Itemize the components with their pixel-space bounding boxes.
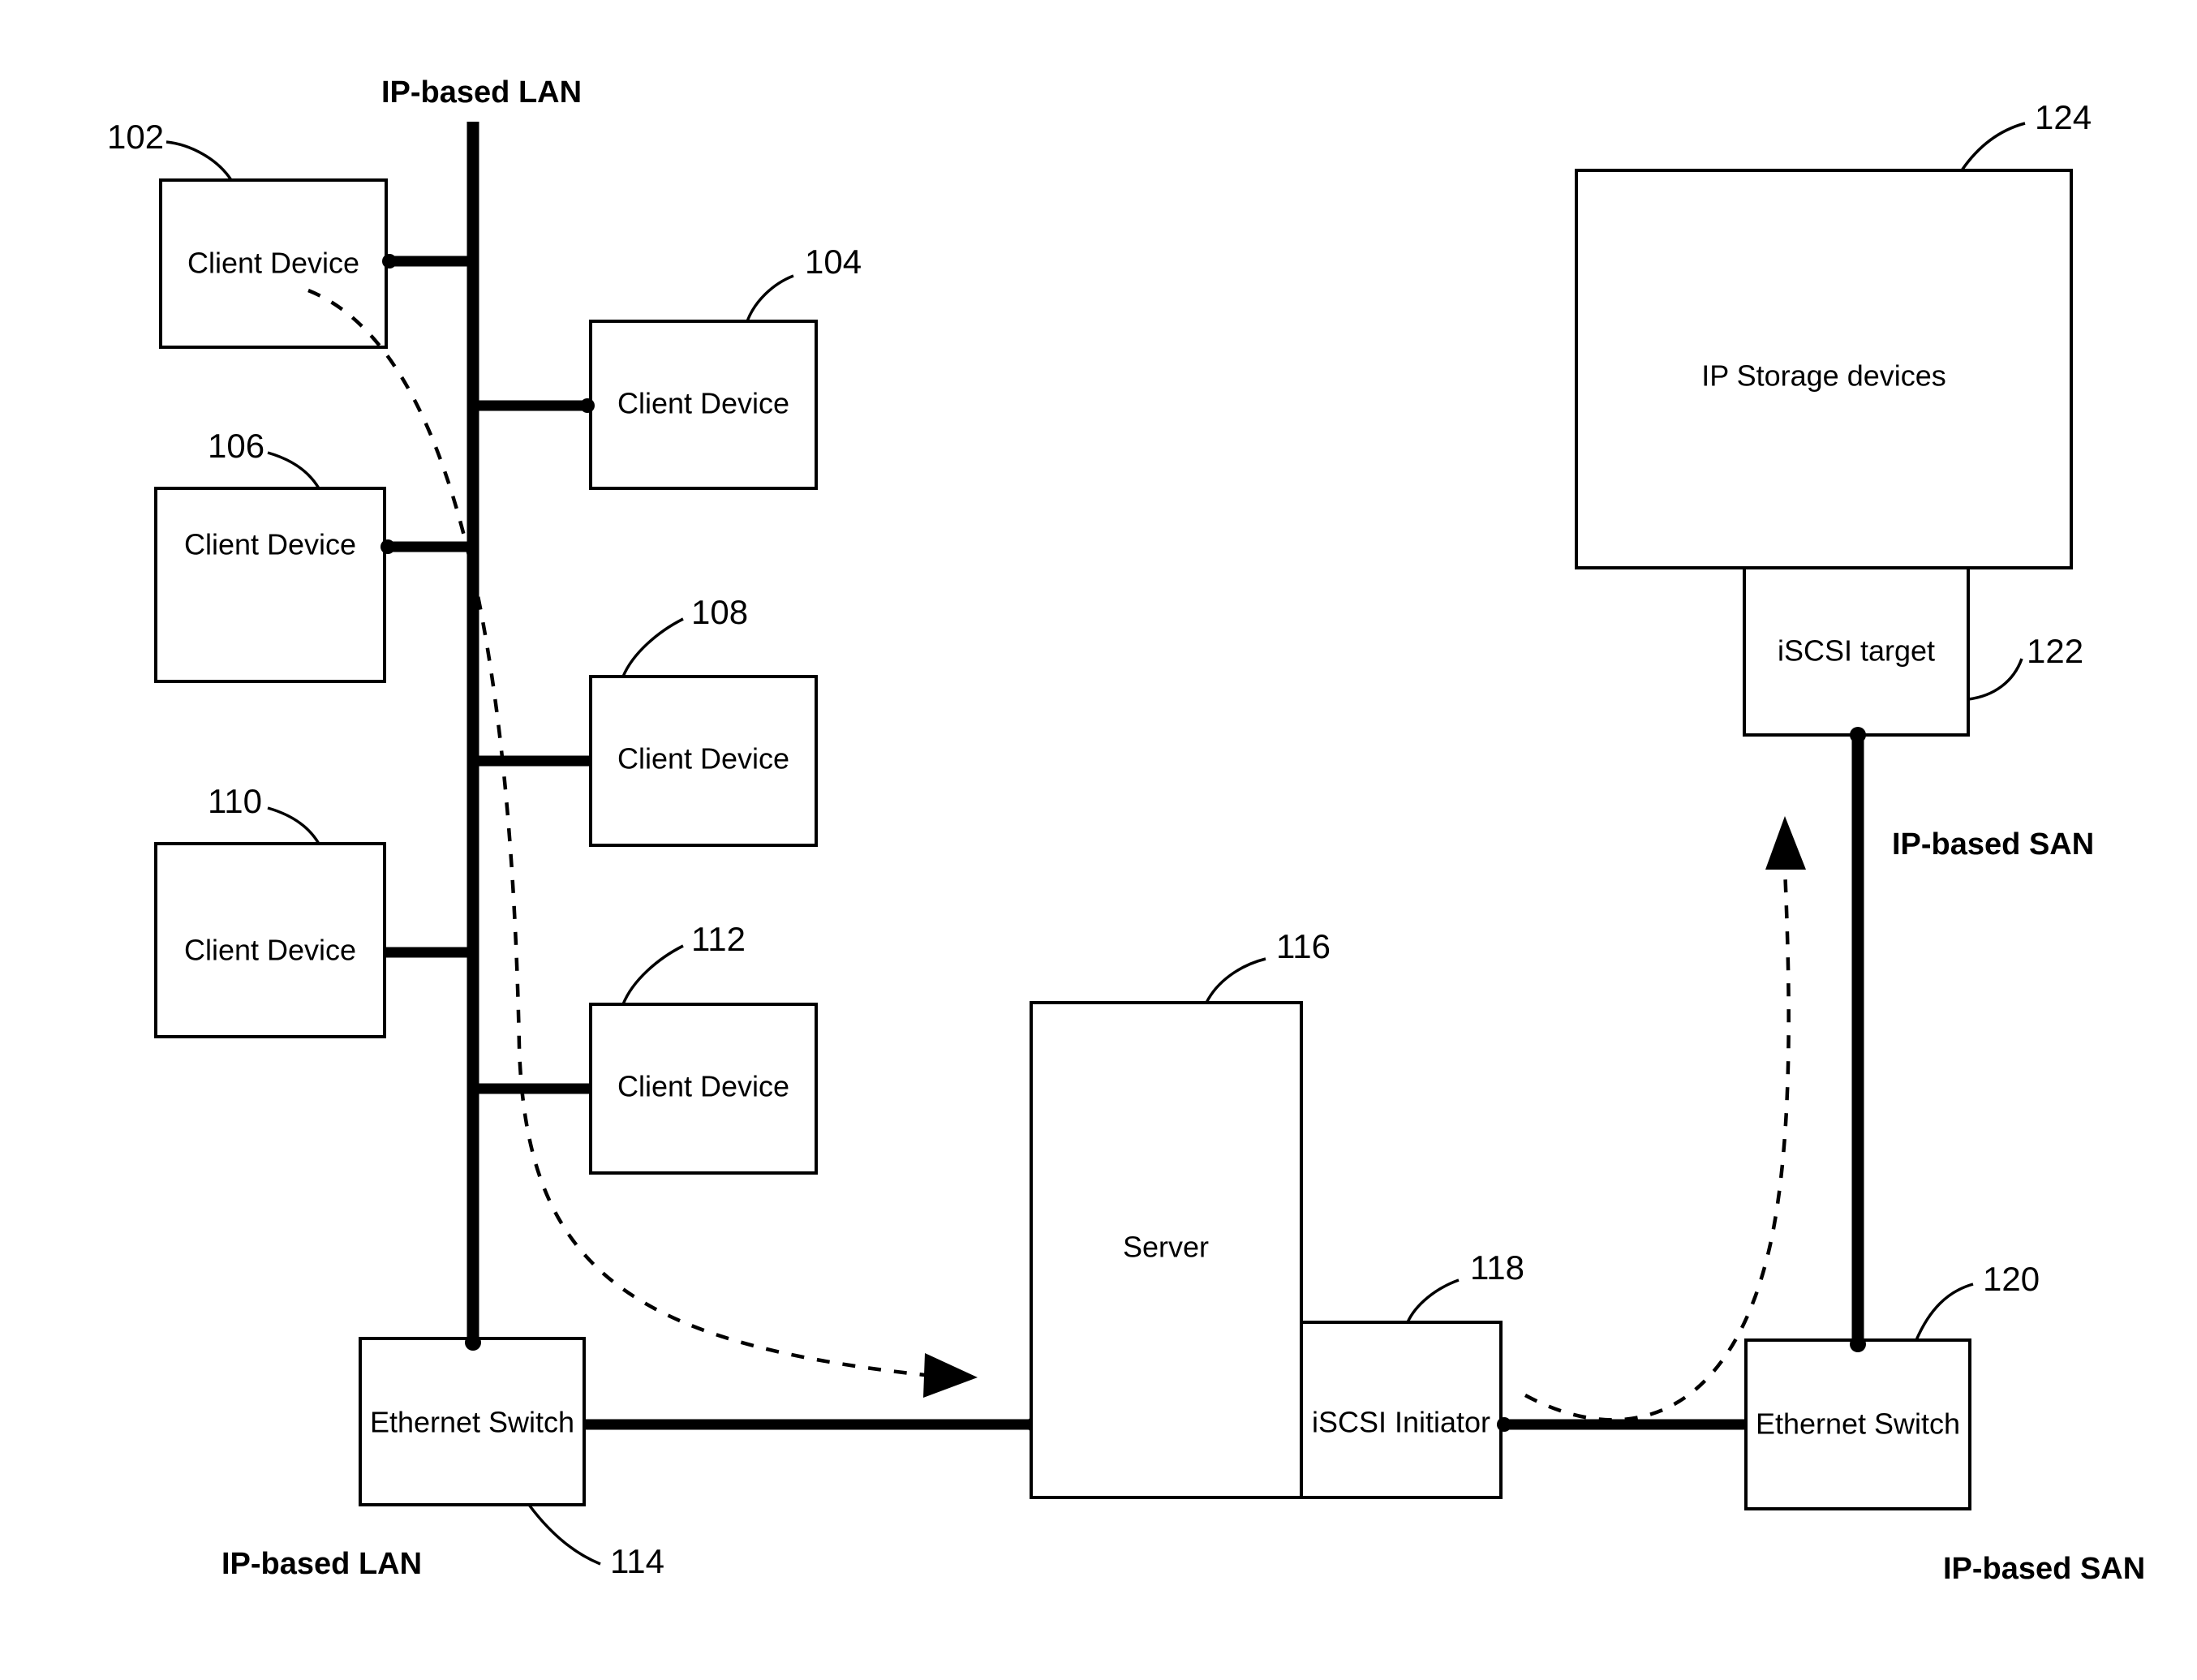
client-device-102-label: Client Device	[187, 247, 359, 280]
client-104-connector-dot	[580, 398, 595, 413]
client-device-106-label: Client Device	[184, 528, 356, 561]
flow-arrow-client-to-server-head	[923, 1353, 978, 1398]
ref-leader-116	[1205, 957, 1266, 1003]
client-102-connector-dot	[382, 254, 397, 269]
client-device-108[interactable]: Client Device	[589, 675, 818, 847]
ref-leader-102	[166, 140, 233, 181]
ref-leader-110	[267, 806, 320, 844]
ref-number-104: 104	[805, 243, 862, 281]
server-116[interactable]: Server	[1030, 1001, 1303, 1499]
ethernet-switch-120-label: Ethernet Switch	[1756, 1407, 1960, 1441]
ref-leader-120	[1915, 1283, 1974, 1341]
ref-leader-122	[1967, 658, 2023, 701]
flow-arrow-initiator-to-san-head	[1765, 816, 1806, 870]
network-label-san-right: IP-based SAN	[1892, 827, 2094, 861]
iscsi-initiator-118-label: iSCSI Initiator	[1312, 1406, 1490, 1439]
ethernet-switch-120[interactable]: Ethernet Switch	[1744, 1338, 1971, 1510]
network-label-lan-top: IP-based LAN	[381, 75, 582, 110]
ref-number-106: 106	[208, 427, 264, 465]
client-device-104-label: Client Device	[617, 387, 789, 420]
ref-leader-114	[527, 1503, 601, 1566]
ref-number-120: 120	[1983, 1260, 2040, 1298]
ref-number-122: 122	[2027, 632, 2083, 670]
client-device-102[interactable]: Client Device	[159, 178, 388, 349]
flow-arrow-initiator-to-san-path	[1524, 867, 1791, 1422]
iscsi-target-122-label: iSCSI target	[1778, 634, 1935, 668]
ip-storage-devices-124[interactable]: IP Storage devices	[1575, 169, 2073, 569]
ref-number-110: 110	[208, 782, 262, 820]
ref-number-114: 114	[610, 1542, 664, 1580]
server-116-label: Server	[1123, 1231, 1209, 1264]
client-device-104[interactable]: Client Device	[589, 320, 818, 490]
target-122-bus-connector-dot	[1850, 727, 1866, 743]
ref-leader-124	[1960, 122, 2026, 171]
ip-storage-devices-124-label: IP Storage devices	[1701, 359, 1946, 393]
iscsi-target-122[interactable]: iSCSI target	[1743, 565, 1970, 737]
client-device-106-box[interactable]	[154, 487, 386, 683]
ref-leader-104	[746, 274, 794, 322]
ref-number-112: 112	[691, 920, 746, 958]
client-device-110[interactable]: Client Device	[154, 842, 386, 1038]
iscsi-initiator-118[interactable]: iSCSI Initiator	[1300, 1321, 1503, 1499]
ref-leader-108	[621, 617, 684, 677]
client-device-106[interactable]: Client Device	[154, 487, 386, 683]
figure-canvas: Client Device 102 Client Device 104 Clie…	[0, 0, 2197, 1680]
ref-leader-118	[1406, 1278, 1460, 1323]
client-device-112-label: Client Device	[617, 1070, 789, 1103]
client-device-108-label: Client Device	[617, 742, 789, 776]
network-label-lan-bottom: IP-based LAN	[221, 1547, 422, 1581]
ethernet-switch-114[interactable]: Ethernet Switch	[359, 1337, 586, 1506]
ref-number-102: 102	[107, 118, 164, 156]
network-topology-figure: Client Device 102 Client Device 104 Clie…	[107, 75, 2145, 1586]
ref-leader-112	[621, 944, 684, 1005]
ref-leader-106	[267, 451, 320, 489]
network-label-san-bottom: IP-based SAN	[1943, 1552, 2145, 1586]
ref-number-118: 118	[1470, 1248, 1524, 1287]
ref-number-124: 124	[2035, 98, 2092, 136]
client-device-112[interactable]: Client Device	[589, 1003, 818, 1175]
ref-number-108: 108	[691, 593, 748, 631]
client-106-connector-dot	[380, 539, 395, 554]
ref-number-116: 116	[1276, 927, 1331, 965]
switch-120-bus-connector-dot	[1850, 1336, 1866, 1352]
ethernet-switch-114-label: Ethernet Switch	[370, 1406, 574, 1439]
switch-114-bus-connector-dot	[465, 1334, 481, 1351]
initiator-right-connector-dot	[1497, 1417, 1511, 1432]
client-device-110-label: Client Device	[184, 934, 356, 967]
